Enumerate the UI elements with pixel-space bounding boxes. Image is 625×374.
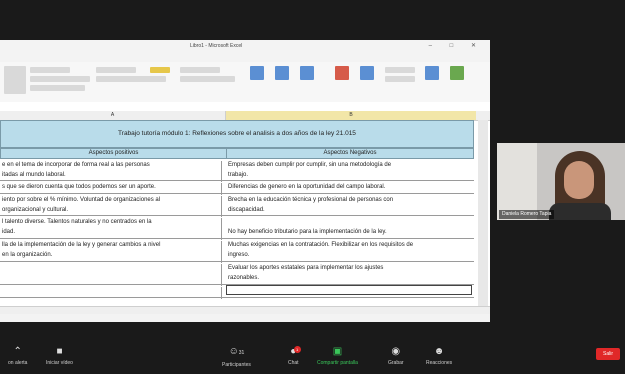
- cell-negative[interactable]: [226, 285, 472, 295]
- reactions-button[interactable]: ☻ Reacciones: [426, 346, 452, 366]
- chat-icon: ● 1: [288, 346, 301, 357]
- participants-icon: ☺31: [228, 346, 245, 357]
- table-row: l talento diverse. Talentos naturales y …: [0, 216, 474, 240]
- excel-ribbon: [0, 62, 490, 103]
- header-negative[interactable]: Aspectos Negativos: [227, 149, 473, 158]
- chat-badge: 1: [293, 346, 301, 353]
- cell-negative[interactable]: No hay beneficio tributario para la impl…: [226, 218, 472, 237]
- table-row: iento por sobre el % mínimo. Voluntad de…: [0, 194, 474, 217]
- cell-negative[interactable]: Muchas exigencias en la contratación. Fl…: [226, 241, 472, 260]
- share-screen-label: Compartir pantalla: [317, 360, 358, 366]
- share-screen-button[interactable]: ▣ Compartir pantalla: [317, 346, 358, 366]
- excel-status-bar: [0, 314, 490, 322]
- record-icon: ◉: [391, 346, 401, 357]
- zoom-meeting-window: Libro1 - Microsoft Excel – □ ✕ A B Traba…: [0, 0, 625, 374]
- participant-name: Daniela Romero Tapia: [499, 210, 555, 219]
- cell-negative[interactable]: Diferencias de genero en la oportunidad …: [226, 183, 472, 193]
- video-camera-icon: ■: [56, 346, 63, 357]
- table-row: lla de la implementación de la ley y gen…: [0, 239, 474, 263]
- header-positive[interactable]: Aspectos positivos: [1, 149, 227, 158]
- cell-negative[interactable]: Empresas deben cumplir por cumplir, sin …: [226, 161, 472, 180]
- shared-screen-excel: Libro1 - Microsoft Excel – □ ✕ A B Traba…: [0, 40, 490, 322]
- table-row: [0, 285, 474, 299]
- ribbon-tabs: [0, 52, 490, 62]
- cell-positive[interactable]: l talento diverse. Talentos naturales y …: [0, 218, 222, 240]
- column-header-a[interactable]: A: [0, 111, 226, 120]
- chat-button[interactable]: ● 1 Chat: [288, 346, 301, 366]
- mute-label: on alerta: [8, 360, 28, 366]
- chat-label: Chat: [288, 360, 299, 366]
- cell-positive[interactable]: e en el tema de incorporar de forma real…: [0, 161, 222, 182]
- microphone-icon: ⌃: [13, 346, 22, 357]
- record-label: Grabar: [388, 360, 404, 366]
- share-screen-icon: ▣: [332, 346, 343, 357]
- leave-button[interactable]: Salir: [596, 348, 620, 360]
- table-title[interactable]: Trabajo tutoría módulo 1: Reflexiones so…: [0, 120, 474, 148]
- participant-shirt: [549, 203, 611, 220]
- cell-positive[interactable]: iento por sobre el % mínimo. Voluntad de…: [0, 196, 222, 217]
- start-video-label: Iniciar vídeo: [46, 360, 73, 366]
- excel-title-bar: Libro1 - Microsoft Excel – □ ✕: [0, 40, 490, 52]
- column-header-b[interactable]: B: [226, 111, 476, 120]
- window-controls: – □ ✕: [428, 43, 484, 49]
- excel-window-title: Libro1 - Microsoft Excel: [190, 43, 243, 49]
- cell-positive[interactable]: [0, 264, 222, 286]
- table-row: s que se dieron cuenta que todos podemos…: [0, 181, 474, 195]
- cell-positive[interactable]: lla de la implementación de la ley y gen…: [0, 241, 222, 263]
- participants-label: Participantes: [222, 362, 251, 368]
- table-row: Evaluar los aportes estatales para imple…: [0, 262, 474, 286]
- cell-negative[interactable]: Evaluar los aportes estatales para imple…: [226, 264, 472, 283]
- meeting-toolbar: ⌃ on alerta ■ Iniciar vídeo ☺31 Particip…: [0, 336, 625, 374]
- vertical-scrollbar[interactable]: [478, 120, 488, 306]
- mute-button[interactable]: ⌃ on alerta: [8, 346, 27, 366]
- reactions-label: Reacciones: [426, 360, 453, 366]
- cell-negative[interactable]: Brecha en la educación técnica y profesi…: [226, 196, 472, 215]
- table-row: e en el tema de incorporar de forma real…: [0, 159, 474, 182]
- participants-count: 31: [238, 350, 245, 356]
- participant-video-tile[interactable]: Daniela Romero Tapia: [497, 143, 625, 220]
- cell-positive[interactable]: [0, 287, 222, 299]
- participants-button[interactable]: ☺31 Participantes: [222, 346, 251, 368]
- start-video-button[interactable]: ■ Iniciar vídeo: [46, 346, 73, 366]
- reactions-icon: ☻: [433, 346, 445, 357]
- record-button[interactable]: ◉ Grabar: [388, 346, 404, 366]
- table-header-row: Aspectos positivos Aspectos Negativos: [0, 148, 474, 159]
- participant-face: [564, 161, 594, 199]
